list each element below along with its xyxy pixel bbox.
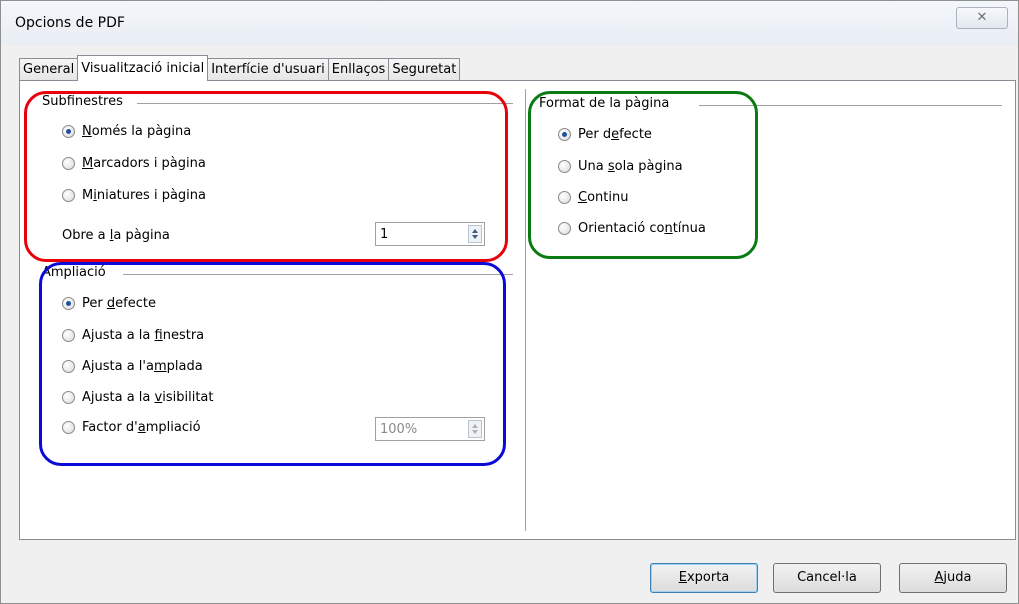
tab-security[interactable]: Seguretat <box>388 58 461 80</box>
close-icon: ✕ <box>976 10 988 25</box>
pdf-options-dialog: Opcions de PDF ✕ General Visualització i… <box>0 0 1019 604</box>
highlight-page-layout-outline <box>528 91 758 259</box>
help-button[interactable]: Ajuda <box>899 563 1007 593</box>
highlight-magnification-outline <box>39 262 506 466</box>
tab-links[interactable]: Enllaços <box>327 58 390 80</box>
tab-user-interface[interactable]: Interfície d'usuari <box>207 58 329 80</box>
column-divider <box>525 89 526 531</box>
highlight-panes-outline <box>24 91 508 262</box>
title-bar: Opcions de PDF ✕ <box>1 1 1018 45</box>
export-button[interactable]: Exporta <box>650 563 758 593</box>
tab-initial-view[interactable]: Visualització inicial <box>77 55 209 81</box>
close-button[interactable]: ✕ <box>956 7 1008 29</box>
cancel-button[interactable]: Cancel·la <box>773 563 881 593</box>
window-title: Opcions de PDF <box>15 15 125 31</box>
tab-general[interactable]: General <box>19 58 79 80</box>
tab-bar: General Visualització inicial Interfície… <box>19 55 461 81</box>
